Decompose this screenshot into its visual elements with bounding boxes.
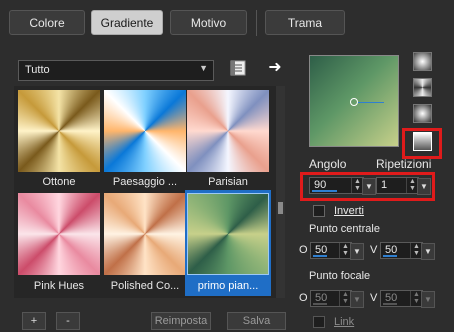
save-button[interactable]: Salva [227, 312, 286, 330]
gradient-swatch-polished-copper[interactable] [104, 193, 186, 275]
ripetizioni-input[interactable]: 1 ▲ ▼ ▼ [376, 177, 431, 195]
inverti-checkbox[interactable] [313, 205, 325, 217]
punto-focale-v-bar [383, 303, 397, 305]
punto-focale-label: Punto focale [309, 270, 371, 282]
tab-separator [256, 10, 257, 36]
punto-centrale-o-bar [313, 255, 327, 257]
punto-focale-v-input: 50 ▲ ▼ ▼ [380, 290, 435, 308]
scrollbar-thumb[interactable] [278, 202, 283, 214]
punto-centrale-o-input[interactable]: 50 ▲ ▼ ▼ [310, 242, 364, 260]
arrow-right-icon[interactable]: ➜ [266, 59, 284, 77]
remove-gradient-button[interactable]: - [56, 312, 80, 330]
punto-focale-o-input: 50 ▲ ▼ ▼ [310, 290, 364, 308]
gradient-swatch-parisian[interactable] [187, 90, 269, 172]
sunburst-style-button[interactable] [413, 132, 432, 151]
gradient-center-handle[interactable] [350, 98, 358, 106]
angolo-bar [312, 190, 337, 192]
gradient-swatch-paesaggio[interactable] [104, 90, 186, 172]
gradient-swatch-label: Pink Hues [33, 280, 85, 292]
punto-centrale-v-bar [383, 255, 397, 257]
punto-centrale-o-label: O [299, 244, 308, 256]
tab-colore[interactable]: Colore [9, 10, 85, 35]
gradient-swatch-label: Parisian [208, 176, 248, 188]
tab-trama[interactable]: Trama [265, 10, 345, 35]
rectangular-style-button[interactable] [413, 78, 432, 97]
gradient-swatch-label: Polished Co... [110, 280, 180, 292]
gradient-swatch-label: Ottone [42, 176, 76, 188]
punto-centrale-label: Punto centrale [309, 223, 380, 235]
gradient-swatch-ottone[interactable] [18, 90, 100, 172]
linear-style-button[interactable] [413, 52, 432, 71]
swatch-scrollbar[interactable] [276, 86, 285, 298]
add-gradient-button[interactable]: + [22, 312, 46, 330]
punto-focale-v-label: V [370, 292, 378, 304]
gradient-swatch-primo-piano[interactable] [187, 193, 269, 275]
inverti-label: Inverti [334, 205, 364, 217]
punto-focale-o-bar [313, 303, 327, 305]
punto-focale-o-label: O [299, 292, 308, 304]
chevron-down-icon: ▼ [421, 291, 435, 308]
link-checkbox[interactable] [313, 316, 325, 328]
ripetizioni-value: 1 [381, 179, 388, 191]
angolo-input[interactable]: 90 ▲ ▼ ▼ [309, 177, 376, 195]
angolo-label: Angolo [309, 157, 347, 171]
tab-gradiente[interactable]: Gradiente [91, 10, 163, 35]
punto-centrale-v-input[interactable]: 50 ▲ ▼ ▼ [380, 242, 435, 260]
gradient-swatch-pink-hues[interactable] [18, 193, 100, 275]
gradient-library-icon[interactable] [229, 59, 247, 77]
gradient-swatch-label: primo pian... [197, 280, 259, 292]
gradient-swatch-label: Paesaggio ... [112, 176, 178, 188]
radial-style-button[interactable] [413, 104, 432, 123]
chevron-down-icon: ▼ [199, 63, 208, 73]
chevron-down-icon[interactable]: ▼ [362, 178, 376, 195]
reset-button[interactable]: Reimposta [151, 312, 211, 330]
punto-centrale-v-label: V [370, 244, 378, 256]
category-select-value: Tutto [25, 64, 50, 76]
gradient-angle-line [358, 102, 384, 103]
chevron-down-icon: ▼ [350, 291, 364, 308]
gradient-preview[interactable] [309, 55, 399, 147]
tab-motivo[interactable]: Motivo [170, 10, 247, 35]
chevron-down-icon[interactable]: ▼ [417, 178, 431, 195]
ripetizioni-label: Ripetizioni [376, 157, 432, 171]
chevron-down-icon[interactable]: ▼ [421, 243, 435, 260]
category-select[interactable]: Tutto ▼ [18, 60, 214, 81]
link-label: Link [334, 316, 355, 328]
chevron-down-icon[interactable]: ▼ [350, 243, 364, 260]
